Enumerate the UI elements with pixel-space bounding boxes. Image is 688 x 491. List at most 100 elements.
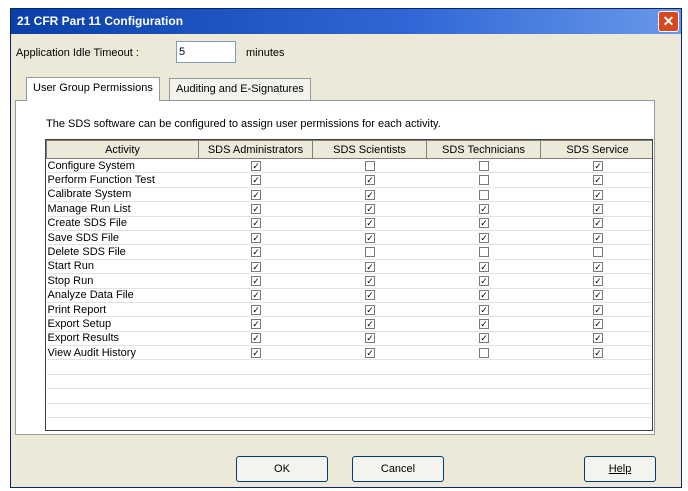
permission-checkbox[interactable]: ✓ — [593, 290, 603, 301]
column-header-service[interactable]: SDS Service — [540, 140, 652, 159]
permission-cell: ✓ — [198, 302, 313, 318]
permission-cell — [198, 388, 313, 404]
permission-checkbox[interactable]: ✓ — [593, 175, 603, 186]
permission-cell: ✓ — [198, 273, 313, 289]
permission-checkbox[interactable]: ✓ — [593, 275, 603, 286]
activity-cell: Save SDS File — [46, 230, 199, 246]
permission-checkbox[interactable]: ✓ — [251, 175, 261, 186]
column-header-technicians[interactable]: SDS Technicians — [426, 140, 541, 159]
permission-checkbox[interactable] — [479, 175, 489, 186]
permission-checkbox[interactable]: ✓ — [251, 333, 261, 344]
permission-checkbox[interactable]: ✓ — [479, 203, 489, 214]
permission-checkbox[interactable]: ✓ — [593, 160, 603, 171]
permission-checkbox[interactable]: ✓ — [251, 189, 261, 200]
permission-cell: ✓ — [540, 216, 652, 231]
permission-cell: ✓ — [426, 273, 541, 289]
permission-checkbox[interactable]: ✓ — [365, 189, 375, 200]
permission-cell: ✓ — [312, 273, 427, 289]
permission-checkbox[interactable]: ✓ — [479, 304, 489, 315]
permission-checkbox[interactable]: ✓ — [251, 347, 261, 358]
permission-checkbox[interactable]: ✓ — [365, 232, 375, 243]
idle-timeout-label: Application Idle Timeout : — [16, 47, 139, 59]
table-row: Stop Run ✓ ✓ ✓ ✓ — [46, 273, 652, 289]
activity-cell: Configure System — [46, 158, 199, 174]
permission-cell: ✓ — [540, 288, 652, 303]
permission-checkbox[interactable]: ✓ — [479, 275, 489, 286]
permission-checkbox[interactable] — [365, 160, 375, 171]
permission-checkbox[interactable]: ✓ — [365, 275, 375, 286]
column-header-scientists[interactable]: SDS Scientists — [312, 140, 427, 159]
permission-checkbox[interactable]: ✓ — [365, 304, 375, 315]
permission-checkbox[interactable]: ✓ — [365, 333, 375, 344]
permission-checkbox[interactable]: ✓ — [365, 319, 375, 330]
permission-cell: ✓ — [198, 172, 313, 188]
permission-checkbox[interactable]: ✓ — [593, 304, 603, 315]
permission-checkbox[interactable]: ✓ — [593, 319, 603, 330]
permission-checkbox[interactable]: ✓ — [251, 218, 261, 229]
permission-checkbox[interactable] — [593, 247, 603, 258]
permission-cell: ✓ — [540, 187, 652, 203]
permission-checkbox[interactable]: ✓ — [593, 218, 603, 229]
permission-checkbox[interactable]: ✓ — [593, 347, 603, 358]
permission-checkbox[interactable]: ✓ — [479, 261, 489, 272]
permission-checkbox[interactable]: ✓ — [251, 319, 261, 330]
permission-checkbox[interactable]: ✓ — [593, 232, 603, 243]
permission-cell — [312, 388, 427, 404]
permission-checkbox[interactable] — [365, 247, 375, 258]
permission-checkbox[interactable]: ✓ — [251, 247, 261, 258]
close-button[interactable]: ✕ — [658, 11, 679, 32]
idle-timeout-input[interactable] — [176, 41, 236, 63]
permission-cell — [540, 374, 652, 390]
permission-checkbox[interactable]: ✓ — [479, 218, 489, 229]
permission-checkbox[interactable]: ✓ — [251, 160, 261, 171]
tab-auditing-esignatures[interactable]: Auditing and E-Signatures — [169, 78, 311, 100]
permission-checkbox[interactable] — [479, 189, 489, 200]
permissions-description: The SDS software can be configured to as… — [46, 118, 441, 130]
cancel-button[interactable]: Cancel — [352, 456, 444, 482]
permission-cell: ✓ — [312, 288, 427, 303]
permission-cell — [426, 187, 541, 203]
table-row: Print Report ✓ ✓ ✓ ✓ — [46, 302, 652, 318]
column-header-administrators[interactable]: SDS Administrators — [198, 140, 313, 159]
permission-checkbox[interactable]: ✓ — [479, 319, 489, 330]
permission-checkbox[interactable]: ✓ — [365, 175, 375, 186]
table-row — [46, 374, 652, 390]
permission-checkbox[interactable]: ✓ — [479, 333, 489, 344]
tab-user-group-permissions[interactable]: User Group Permissions — [26, 77, 160, 101]
permission-cell — [312, 244, 427, 260]
permission-cell — [312, 158, 427, 174]
permission-cell: ✓ — [540, 273, 652, 289]
permission-checkbox[interactable]: ✓ — [251, 275, 261, 286]
permission-cell: ✓ — [540, 345, 652, 361]
activity-cell: Create SDS File — [46, 216, 199, 231]
permission-checkbox[interactable]: ✓ — [365, 347, 375, 358]
permission-cell: ✓ — [426, 259, 541, 275]
table-row: Save SDS File ✓ ✓ ✓ ✓ — [46, 230, 652, 246]
permission-checkbox[interactable]: ✓ — [251, 304, 261, 315]
permission-checkbox[interactable]: ✓ — [593, 261, 603, 272]
permission-checkbox[interactable]: ✓ — [593, 203, 603, 214]
permission-cell: ✓ — [426, 216, 541, 231]
permission-checkbox[interactable]: ✓ — [251, 203, 261, 214]
permission-checkbox[interactable]: ✓ — [479, 290, 489, 301]
permission-checkbox[interactable] — [479, 247, 489, 258]
permission-checkbox[interactable]: ✓ — [365, 218, 375, 229]
permission-checkbox[interactable]: ✓ — [479, 232, 489, 243]
activity-cell: Export Results — [46, 331, 199, 347]
permission-checkbox[interactable]: ✓ — [593, 189, 603, 200]
table-row: View Audit History ✓ ✓ ✓ — [46, 345, 652, 361]
table-row: Export Setup ✓ ✓ ✓ ✓ — [46, 316, 652, 332]
permission-checkbox[interactable]: ✓ — [365, 203, 375, 214]
ok-button[interactable]: OK — [236, 456, 328, 482]
permission-cell — [426, 359, 541, 375]
column-header-activity[interactable]: Activity — [46, 140, 199, 159]
permission-checkbox[interactable]: ✓ — [251, 261, 261, 272]
help-button[interactable]: Help — [584, 456, 656, 482]
permission-checkbox[interactable]: ✓ — [365, 290, 375, 301]
permission-checkbox[interactable] — [479, 160, 489, 171]
permission-checkbox[interactable]: ✓ — [593, 333, 603, 344]
permission-checkbox[interactable] — [479, 347, 489, 358]
permission-checkbox[interactable]: ✓ — [365, 261, 375, 272]
permission-checkbox[interactable]: ✓ — [251, 290, 261, 301]
permission-checkbox[interactable]: ✓ — [251, 232, 261, 243]
